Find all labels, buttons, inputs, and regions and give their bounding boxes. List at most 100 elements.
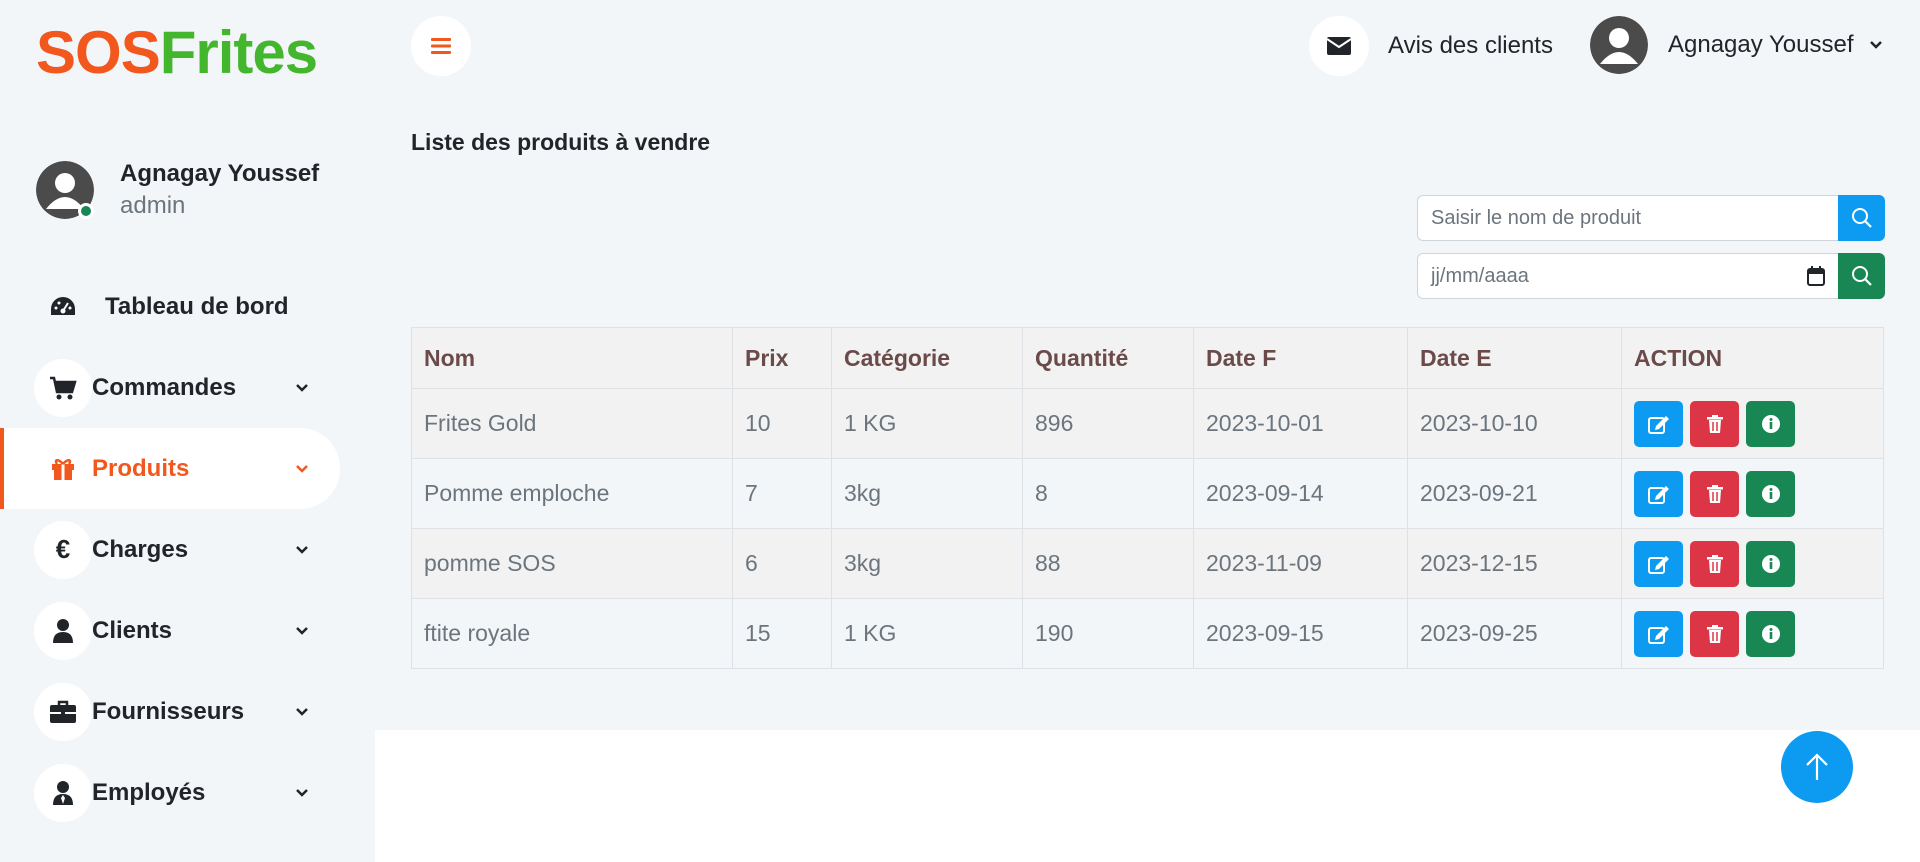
- edit-button[interactable]: [1634, 610, 1683, 657]
- date-search-input[interactable]: jj/mm/aaaa: [1417, 253, 1838, 299]
- product-search-group: [1417, 195, 1885, 241]
- info-icon: [1761, 414, 1780, 433]
- cell-category: 3kg: [831, 458, 1023, 529]
- cell-actions: [1621, 388, 1884, 459]
- main-content: Liste des produits à vendre jj/mm/aaaa N…: [375, 95, 1920, 730]
- trash-icon: [1706, 484, 1723, 503]
- info-button[interactable]: [1746, 470, 1795, 517]
- calendar-icon: [1807, 266, 1825, 286]
- info-icon: [1761, 484, 1780, 503]
- chevron-down-icon: [1866, 35, 1886, 55]
- chevron-down-icon: [292, 378, 312, 398]
- profile-name: Agnagay Youssef: [120, 160, 320, 187]
- edit-button[interactable]: [1634, 400, 1683, 447]
- cell-actions: [1621, 528, 1884, 599]
- column-header-name: Nom: [411, 327, 733, 389]
- product-search-button[interactable]: [1838, 195, 1885, 241]
- sidebar: SOSFrites Agnagay Youssef admin Tableau …: [0, 0, 375, 862]
- chevron-down-icon: [292, 702, 312, 722]
- sidebar-item-label: Fournisseurs: [92, 697, 245, 725]
- trash-icon: [1706, 624, 1723, 643]
- user-avatar-icon: [1590, 16, 1648, 74]
- cell-category: 1 KG: [831, 388, 1023, 459]
- cell-quantity: 8: [1022, 458, 1194, 529]
- sidebar-toggle-button[interactable]: [411, 16, 471, 76]
- date-search-button[interactable]: [1838, 253, 1885, 299]
- user-icon: [34, 601, 92, 660]
- sidebar-item-label: Charges: [92, 535, 189, 563]
- delete-button[interactable]: [1690, 400, 1739, 447]
- search-icon: [1851, 266, 1872, 286]
- cell-date-f: 2023-09-15: [1193, 598, 1408, 669]
- chevron-down-icon: [292, 459, 312, 479]
- info-button[interactable]: [1746, 400, 1795, 447]
- delete-button[interactable]: [1690, 470, 1739, 517]
- cell-date-e: 2023-09-25: [1407, 598, 1622, 669]
- sidebar-item-label: Produits: [92, 454, 190, 482]
- column-header-quantity: Quantité: [1022, 327, 1194, 389]
- dashboard-icon: [34, 278, 92, 336]
- envelope-icon: [1309, 16, 1369, 76]
- table-header-row: Nom Prix Catégorie Quantité Date F Date …: [411, 327, 1884, 389]
- briefcase-icon: [34, 682, 92, 741]
- brand-logo[interactable]: SOSFrites: [36, 18, 318, 88]
- cell-name: pomme SOS: [411, 528, 733, 599]
- edit-icon: [1647, 485, 1669, 504]
- online-status-dot: [78, 203, 94, 219]
- delete-button[interactable]: [1690, 540, 1739, 587]
- table-row: Pomme emploche 7 3kg 8 2023-09-14 2023-0…: [411, 458, 1884, 529]
- sidebar-profile: Agnagay Youssef admin: [36, 158, 319, 222]
- cell-name: ftite royale: [411, 598, 733, 669]
- table-row: Frites Gold 10 1 KG 896 2023-10-01 2023-…: [411, 388, 1884, 459]
- scroll-to-top-button[interactable]: [1781, 731, 1853, 803]
- cell-date-f: 2023-09-14: [1193, 458, 1408, 529]
- sidebar-item-clients[interactable]: Clients: [0, 590, 340, 671]
- profile-role: admin: [120, 192, 186, 219]
- cell-actions: [1621, 598, 1884, 669]
- column-header-date-f: Date F: [1193, 327, 1408, 389]
- sidebar-item-label: Commandes: [92, 373, 237, 401]
- sidebar-item-suppliers[interactable]: Fournisseurs: [0, 671, 340, 752]
- column-header-price: Prix: [732, 327, 832, 389]
- sidebar-item-orders[interactable]: Commandes: [0, 347, 340, 428]
- chevron-down-icon: [292, 621, 312, 641]
- sidebar-item-dashboard[interactable]: Tableau de bord: [0, 266, 340, 347]
- brand-part1: SOS: [36, 19, 161, 86]
- cell-price: 10: [732, 388, 832, 459]
- sidebar-item-label: Clients: [92, 616, 173, 644]
- info-icon: [1761, 624, 1780, 643]
- cell-date-e: 2023-09-21: [1407, 458, 1622, 529]
- delete-button[interactable]: [1690, 610, 1739, 657]
- table-row: ftite royale 15 1 KG 190 2023-09-15 2023…: [411, 598, 1884, 669]
- cell-price: 6: [732, 528, 832, 599]
- sidebar-item-employees[interactable]: Employés: [0, 752, 340, 833]
- product-search-input[interactable]: [1417, 195, 1838, 241]
- column-header-action: ACTION: [1621, 327, 1884, 389]
- cart-icon: [34, 358, 92, 417]
- employee-icon: [34, 763, 92, 822]
- header-user-name: Agnagay Youssef: [1668, 31, 1854, 58]
- trash-icon: [1706, 414, 1723, 433]
- cell-name: Pomme emploche: [411, 458, 733, 529]
- info-button[interactable]: [1746, 540, 1795, 587]
- page-title: Liste des produits à vendre: [411, 129, 711, 155]
- column-header-category: Catégorie: [831, 327, 1023, 389]
- cell-category: 1 KG: [831, 598, 1023, 669]
- euro-icon: €: [34, 520, 92, 579]
- cell-date-e: 2023-12-15: [1407, 528, 1622, 599]
- sidebar-item-products[interactable]: Produits: [0, 428, 340, 509]
- date-search-group: jj/mm/aaaa: [1417, 253, 1885, 299]
- edit-button[interactable]: [1634, 470, 1683, 517]
- info-button[interactable]: [1746, 610, 1795, 657]
- user-menu-dropdown[interactable]: Agnagay Youssef: [1590, 16, 1886, 74]
- edit-button[interactable]: [1634, 540, 1683, 587]
- cell-date-f: 2023-11-09: [1193, 528, 1408, 599]
- cell-quantity: 190: [1022, 598, 1194, 669]
- sidebar-nav: Tableau de bord Commandes Produits € Cha…: [0, 266, 340, 833]
- avatar: [1590, 16, 1648, 74]
- chevron-down-icon: [292, 783, 312, 803]
- cell-name: Frites Gold: [411, 388, 733, 459]
- column-header-date-e: Date E: [1407, 327, 1622, 389]
- sidebar-item-charges[interactable]: € Charges: [0, 509, 340, 590]
- customer-reviews-link[interactable]: Avis des clients: [1309, 16, 1553, 76]
